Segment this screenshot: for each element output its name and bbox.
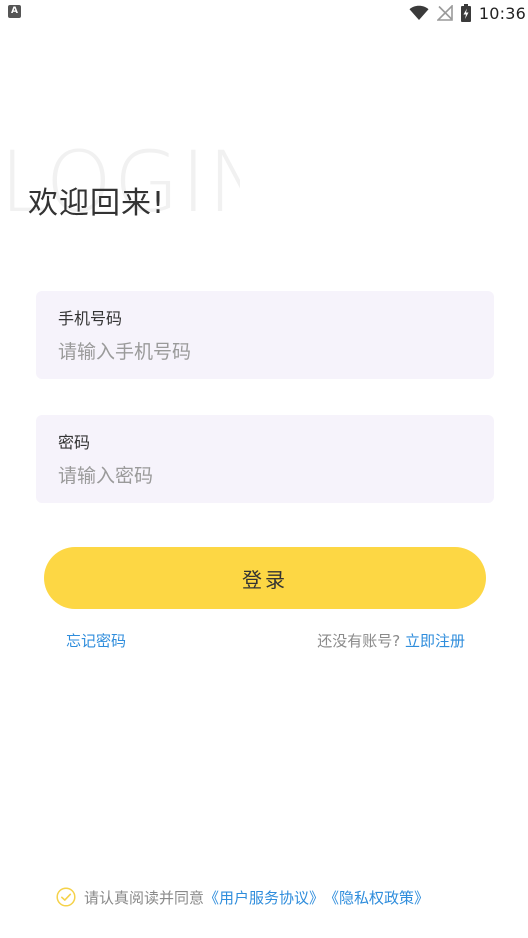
forgot-password-link[interactable]: 忘记密码 — [66, 630, 126, 651]
password-input[interactable] — [58, 461, 468, 491]
register-link[interactable]: 立即注册 — [405, 632, 465, 650]
phone-field-box[interactable]: 手机号码 — [36, 291, 494, 379]
page-title: 欢迎回来! — [28, 186, 166, 221]
phone-input[interactable] — [58, 337, 468, 367]
app-notification-icon: A — [8, 5, 21, 18]
battery-charging-icon — [460, 4, 471, 22]
agreement-prefix: 请认真阅读并同意 — [84, 888, 205, 907]
no-account-prompt: 还没有账号? — [317, 632, 401, 650]
status-icons: 10:36 — [409, 2, 526, 24]
privacy-policy-link[interactable]: 《隐私权政策》 — [324, 887, 429, 908]
password-field-box[interactable]: 密码 — [36, 415, 494, 503]
no-signal-icon — [436, 5, 453, 21]
service-agreement-link[interactable]: 《用户服务协议》 — [204, 887, 324, 908]
register-row: 还没有账号? 立即注册 — [317, 630, 465, 651]
status-bar: A 10:36 — [0, 0, 528, 26]
wifi-icon — [409, 5, 429, 20]
status-time: 10:36 — [478, 3, 526, 23]
password-label: 密码 — [58, 433, 91, 452]
agreement-row: 请认真阅读并同意 《用户服务协议》 《隐私权政策》 — [56, 886, 429, 908]
login-button[interactable]: 登录 — [44, 547, 486, 609]
check-circle-icon[interactable] — [56, 887, 76, 907]
phone-label: 手机号码 — [58, 309, 123, 328]
